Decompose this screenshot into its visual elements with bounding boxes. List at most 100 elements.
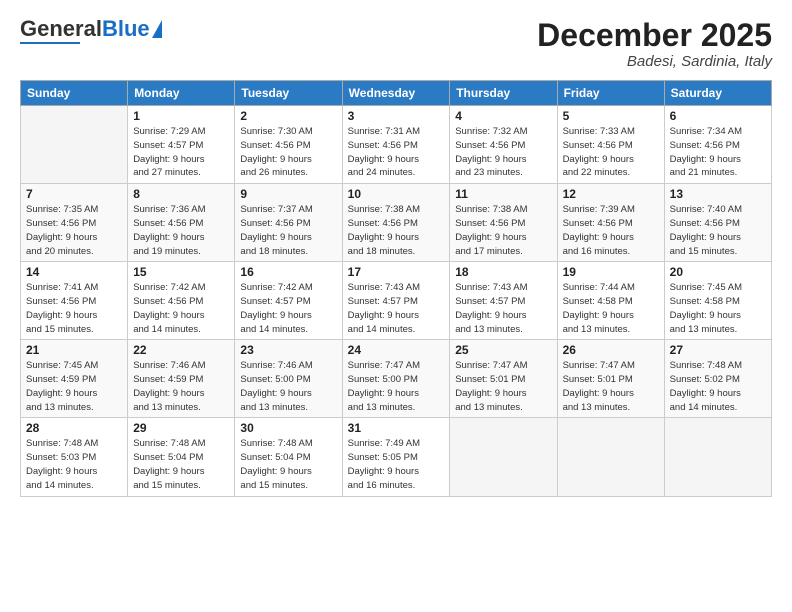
day-info-line: Daylight: 9 hours xyxy=(26,232,97,243)
day-info-line: Sunset: 5:04 PM xyxy=(240,452,310,463)
day-number: 15 xyxy=(133,265,229,279)
day-info: Sunrise: 7:47 AMSunset: 5:01 PMDaylight:… xyxy=(455,359,551,414)
day-info-line: and 13 minutes. xyxy=(26,402,94,413)
calendar-cell: 10Sunrise: 7:38 AMSunset: 4:56 PMDayligh… xyxy=(342,184,450,262)
calendar-cell: 20Sunrise: 7:45 AMSunset: 4:58 PMDayligh… xyxy=(664,262,771,340)
calendar-cell: 26Sunrise: 7:47 AMSunset: 5:01 PMDayligh… xyxy=(557,340,664,418)
day-info: Sunrise: 7:29 AMSunset: 4:57 PMDaylight:… xyxy=(133,125,229,180)
calendar-cell: 7 Sunrise: 7:35 AM Sunset: 4:56 PM Daylight… xyxy=(21,184,128,262)
col-thursday: Thursday xyxy=(450,81,557,106)
calendar-cell: 5Sunrise: 7:33 AMSunset: 4:56 PMDaylight… xyxy=(557,106,664,184)
calendar-cell: 25 Sunrise: 7:47 AMSunset: 5:01 PMDayligh… xyxy=(450,340,557,418)
day-number: 18 xyxy=(455,265,551,279)
calendar-cell: 2Sunrise: 7:30 AMSunset: 4:56 PMDaylight… xyxy=(235,106,342,184)
day-number: 5 xyxy=(563,109,659,123)
day-info-line: Sunrise: 7:46 AM xyxy=(133,360,205,371)
day-number: 2 xyxy=(240,109,336,123)
day-number: 9 xyxy=(240,187,336,201)
day-info-line: Daylight: 9 hours xyxy=(240,466,311,477)
day-info-line: Daylight: 9 hours xyxy=(455,154,526,165)
day-number: 6 xyxy=(670,109,766,123)
logo-general: General xyxy=(20,16,102,41)
day-info-line: Sunset: 4:56 PM xyxy=(133,218,203,229)
day-info-line: Sunrise: 7:32 AM xyxy=(455,126,527,137)
day-info-line: Sunrise: 7:31 AM xyxy=(348,126,420,137)
day-info-line: Sunrise: 7:33 AM xyxy=(563,126,635,137)
day-info-line: Sunset: 4:56 PM xyxy=(348,218,418,229)
day-info-line: Sunrise: 7:39 AM xyxy=(563,204,635,215)
day-info-line: Daylight: 9 hours xyxy=(455,388,526,399)
day-info-line: Daylight: 9 hours xyxy=(133,154,204,165)
day-info-line: Sunrise: 7:37 AM xyxy=(240,204,312,215)
day-info-line: Daylight: 9 hours xyxy=(133,388,204,399)
day-info-line: Daylight: 9 hours xyxy=(240,154,311,165)
col-wednesday: Wednesday xyxy=(342,81,450,106)
day-info-line: and 19 minutes. xyxy=(133,246,201,257)
day-number: 8 xyxy=(133,187,229,201)
day-info-line: Sunrise: 7:42 AM xyxy=(240,282,312,293)
day-info-line: and 18 minutes. xyxy=(348,246,416,257)
day-info: Sunrise: 7:48 AMSunset: 5:04 PMDaylight:… xyxy=(240,437,336,492)
day-info-line: and 15 minutes. xyxy=(240,480,308,491)
day-info-line: and 14 minutes. xyxy=(240,324,308,335)
day-info-line: and 13 minutes. xyxy=(563,324,631,335)
day-info-line: and 14 minutes. xyxy=(670,402,738,413)
day-info: Sunrise: 7:39 AMSunset: 4:56 PMDaylight:… xyxy=(563,203,659,258)
calendar-cell: 13Sunrise: 7:40 AMSunset: 4:56 PMDayligh… xyxy=(664,184,771,262)
day-number: 25 xyxy=(455,343,551,357)
day-info-line: Sunrise: 7:46 AM xyxy=(240,360,312,371)
day-info-line: Daylight: 9 hours xyxy=(133,466,204,477)
day-info: Sunrise: 7:43 AMSunset: 4:57 PMDaylight:… xyxy=(455,281,551,336)
day-info: Sunrise: 7:44 AMSunset: 4:58 PMDaylight:… xyxy=(563,281,659,336)
day-info-line: Sunset: 5:01 PM xyxy=(563,374,633,385)
day-info: Sunrise: 7:38 AMSunset: 4:56 PMDaylight:… xyxy=(455,203,551,258)
day-info-line: Sunrise: 7:38 AM xyxy=(348,204,420,215)
day-number: 7 xyxy=(26,187,122,201)
day-info-line: Sunrise: 7:42 AM xyxy=(133,282,205,293)
calendar-cell: 1Sunrise: 7:29 AMSunset: 4:57 PMDaylight… xyxy=(128,106,235,184)
day-info-line: and 22 minutes. xyxy=(563,167,631,178)
day-number: 23 xyxy=(240,343,336,357)
day-info-line: Daylight: 9 hours xyxy=(348,466,419,477)
day-info-line: Daylight: 9 hours xyxy=(133,310,204,321)
day-info-line: Daylight: 9 hours xyxy=(348,388,419,399)
day-info-line: Daylight: 9 hours xyxy=(670,388,741,399)
day-info-line: Sunrise: 7:44 AM xyxy=(563,282,635,293)
calendar-week-row: 1Sunrise: 7:29 AMSunset: 4:57 PMDaylight… xyxy=(21,106,772,184)
logo-text: GeneralBlue xyxy=(20,18,150,40)
day-info-line: Daylight: 9 hours xyxy=(26,310,97,321)
day-number: 27 xyxy=(670,343,766,357)
day-info-line: Sunrise: 7:45 AM xyxy=(670,282,742,293)
calendar-cell: 4Sunrise: 7:32 AMSunset: 4:56 PMDaylight… xyxy=(450,106,557,184)
day-info-line: Sunrise: 7:35 AM xyxy=(26,204,98,215)
day-info-line: Daylight: 9 hours xyxy=(455,310,526,321)
day-number: 14 xyxy=(26,265,122,279)
day-number: 3 xyxy=(348,109,445,123)
header: GeneralBlue December 2025 Badesi, Sardin… xyxy=(20,18,772,70)
day-info-line: Daylight: 9 hours xyxy=(670,310,741,321)
day-info-line: Sunrise: 7:48 AM xyxy=(133,438,205,449)
day-info-line: Sunset: 4:58 PM xyxy=(563,296,633,307)
calendar-cell: 21Sunrise: 7:45 AMSunset: 4:59 PMDayligh… xyxy=(21,340,128,418)
day-info-line: Sunrise: 7:47 AM xyxy=(563,360,635,371)
day-info-line: Daylight: 9 hours xyxy=(348,310,419,321)
day-info-line: and 15 minutes. xyxy=(133,480,201,491)
calendar-cell xyxy=(21,106,128,184)
day-info-line: Sunset: 4:56 PM xyxy=(26,218,96,229)
day-info: Sunrise: 7:42 AMSunset: 4:56 PMDaylight:… xyxy=(133,281,229,336)
day-info: Sunrise: 7:40 AMSunset: 4:56 PMDaylight:… xyxy=(670,203,766,258)
calendar-cell: 11Sunrise: 7:38 AMSunset: 4:56 PMDayligh… xyxy=(450,184,557,262)
day-info-line: Daylight: 9 hours xyxy=(26,388,97,399)
calendar-cell: 6Sunrise: 7:34 AMSunset: 4:56 PMDaylight… xyxy=(664,106,771,184)
day-info-line: Sunset: 4:56 PM xyxy=(563,218,633,229)
day-info-line: Sunrise: 7:48 AM xyxy=(26,438,98,449)
day-number: 26 xyxy=(563,343,659,357)
day-info-line: Sunset: 5:00 PM xyxy=(348,374,418,385)
day-info-line: Sunset: 5:03 PM xyxy=(26,452,96,463)
day-info-line: and 16 minutes. xyxy=(563,246,631,257)
calendar-cell xyxy=(664,418,771,496)
day-info-line: Sunset: 5:02 PM xyxy=(670,374,740,385)
col-friday: Friday xyxy=(557,81,664,106)
day-info-line: Sunset: 4:56 PM xyxy=(455,140,525,151)
day-info: Sunrise: 7:37 AMSunset: 4:56 PMDaylight:… xyxy=(240,203,336,258)
